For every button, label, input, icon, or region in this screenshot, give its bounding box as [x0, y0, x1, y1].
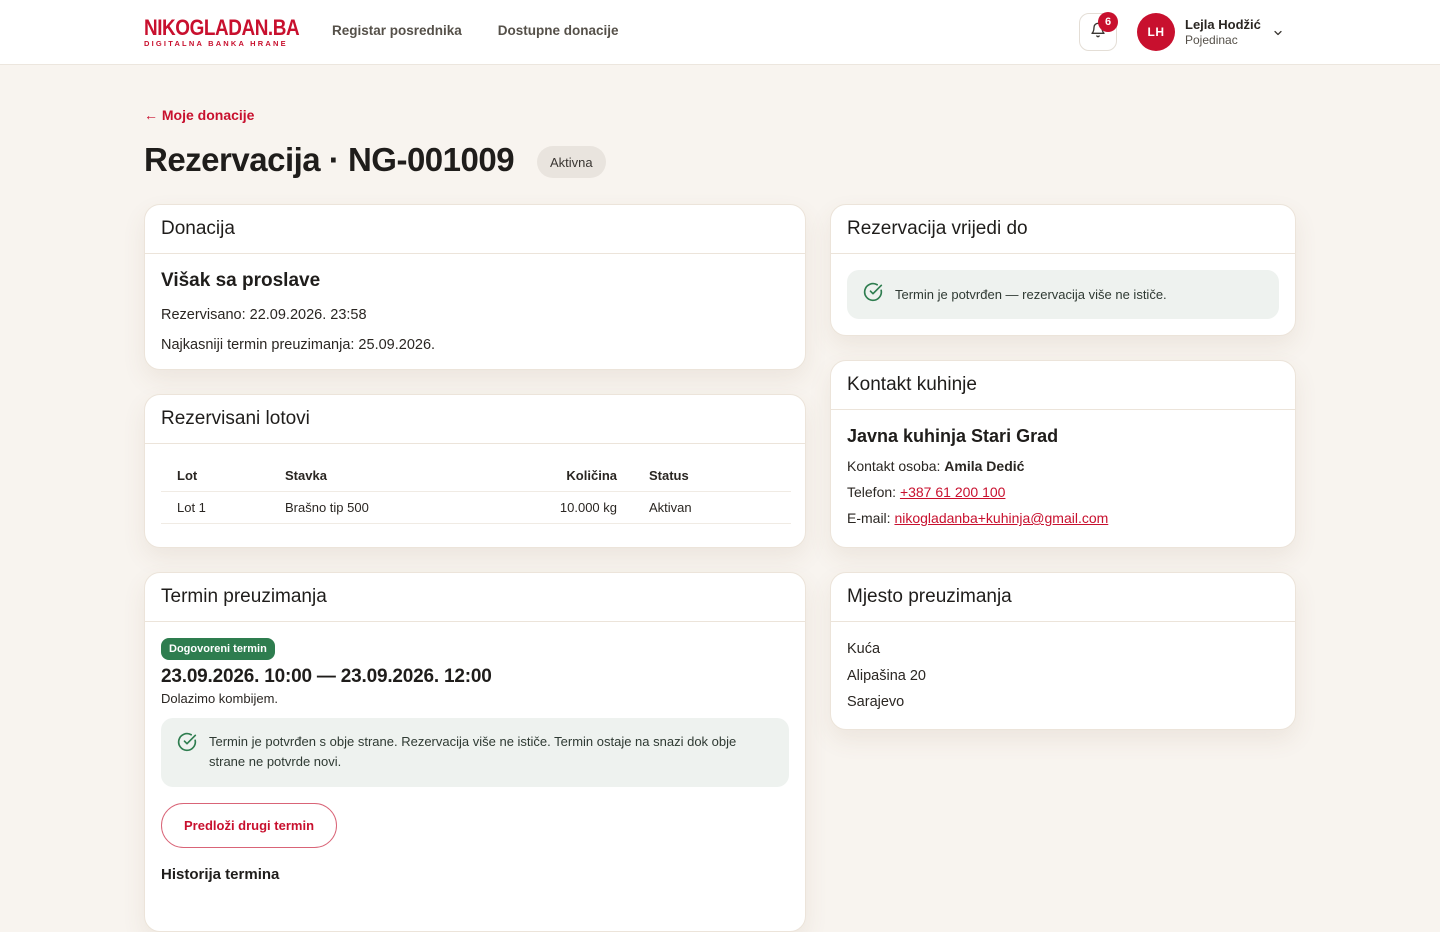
user-avatar[interactable]: LH — [1137, 13, 1175, 51]
lot-cell: Lot 1 — [161, 491, 269, 524]
reserved-lots-heading: Rezervisani lotovi — [145, 395, 805, 444]
status-cell: Aktivan — [633, 491, 791, 524]
logo-tagline: DIGITALNA BANKA HRANE — [144, 39, 288, 48]
page-title: Rezervacija · NG-001009 — [144, 141, 515, 178]
column-header-status: Status — [633, 460, 791, 492]
nav-link-dostupne-donacije[interactable]: Dostupne donacije — [498, 23, 619, 38]
back-to-my-donations-link[interactable]: ← Moje donacije — [144, 107, 254, 123]
check-circle-icon — [177, 732, 197, 758]
column-header-lot: Lot — [161, 460, 269, 492]
reservation-no-expiry-text: Termin je potvrđen — rezervacija više ne… — [895, 286, 1167, 302]
address-line-place: Kuća — [847, 641, 881, 657]
pickup-time-range: 23.09.2026. 10:00 — 23.09.2026. 12:00 — [161, 666, 492, 687]
check-circle-icon — [863, 282, 883, 308]
reservation-no-expiry-message: Termin je potvrđen — rezervacija više ne… — [847, 270, 1279, 319]
phone-line: Telefon: +387 61 200 100 — [847, 484, 1006, 500]
nav-link-registar-posrednika[interactable]: Registar posrednika — [332, 23, 462, 38]
reservation-valid-until-card: Rezervacija vrijedi do Termin je potvrđe… — [830, 204, 1296, 336]
column-header-kolicina: Količina — [465, 460, 633, 492]
contact-person-name: Amila Dedić — [944, 458, 1025, 474]
term-confirmed-message: Termin je potvrđen s obje strane. Rezerv… — [161, 718, 789, 787]
phone-link[interactable]: +387 61 200 100 — [900, 484, 1006, 500]
chevron-down-icon[interactable] — [1272, 26, 1284, 44]
agreed-term-tag: Dogovoreni termin — [161, 638, 275, 660]
term-history-title: Historija termina — [161, 866, 280, 883]
pickup-location-card: Mjesto preuzimanja Kuća Alipašina 20 Sar… — [830, 572, 1296, 730]
address-line-city: Sarajevo — [847, 694, 905, 710]
pickup-location-heading: Mjesto preuzimanja — [831, 573, 1295, 622]
pickup-time-heading: Termin preuzimanja — [145, 573, 805, 622]
donation-card-heading: Donacija — [145, 205, 805, 254]
reserved-lots-card: Rezervisani lotovi Lot Stavka Količina S… — [144, 394, 806, 548]
latest-pickup-date: Najkasniji termin preuzimanja: 25.09.202… — [161, 337, 436, 353]
lots-table: Lot Stavka Količina Status Lot 1 Brašno … — [161, 460, 791, 524]
propose-new-term-button[interactable]: Predloži drugi termin — [161, 803, 338, 848]
site-logo[interactable]: NIKOGLADAN.BA DIGITALNA BANKA HRANE — [144, 15, 300, 49]
pickup-time-card: Termin preuzimanja Dogovoreni termin 23.… — [144, 572, 806, 932]
quantity-cell: 10.000 kg — [465, 491, 633, 524]
contact-person-line: Kontakt osoba: Amila Dedić — [847, 458, 1025, 474]
status-badge: Aktivna — [537, 146, 606, 178]
term-confirmed-text: Termin je potvrđen s obje strane. Rezerv… — [209, 734, 737, 769]
kitchen-contact-heading: Kontakt kuhinje — [831, 361, 1295, 410]
table-header-row: Lot Stavka Količina Status — [161, 460, 791, 492]
column-header-stavka: Stavka — [269, 460, 465, 492]
pickup-note: Dolazimo kombijem. — [161, 691, 279, 706]
user-role: Pojedinac — [1185, 33, 1238, 47]
top-navigation-bar: NIKOGLADAN.BA DIGITALNA BANKA HRANE Regi… — [0, 0, 1440, 65]
kitchen-contact-card: Kontakt kuhinje Javna kuhinja Stari Grad… — [830, 360, 1296, 548]
user-name[interactable]: Lejla Hodžić — [1185, 17, 1261, 32]
table-row: Lot 1 Brašno tip 500 10.000 kg Aktivan — [161, 491, 791, 524]
notification-count-badge: 6 — [1098, 12, 1118, 32]
main-nav: Registar posrednika Dostupne donacije — [332, 23, 619, 38]
reservation-valid-until-heading: Rezervacija vrijedi do — [831, 205, 1295, 254]
reserved-at: Rezervisano: 22.09.2026. 23:58 — [161, 307, 367, 323]
kitchen-name: Javna kuhinja Stari Grad — [847, 426, 1059, 446]
item-cell: Brašno tip 500 — [269, 491, 465, 524]
donation-title: Višak sa proslave — [161, 270, 321, 291]
donation-card: Donacija Višak sa proslave Rezervisano: … — [144, 204, 806, 370]
address-line-street: Alipašina 20 — [847, 667, 926, 684]
email-link[interactable]: nikogladanba+kuhinja@gmail.com — [894, 510, 1108, 526]
logo-wordmark: NIKOGLADAN.BA — [144, 15, 300, 40]
email-line: E-mail: nikogladanba+kuhinja@gmail.com — [847, 510, 1109, 526]
